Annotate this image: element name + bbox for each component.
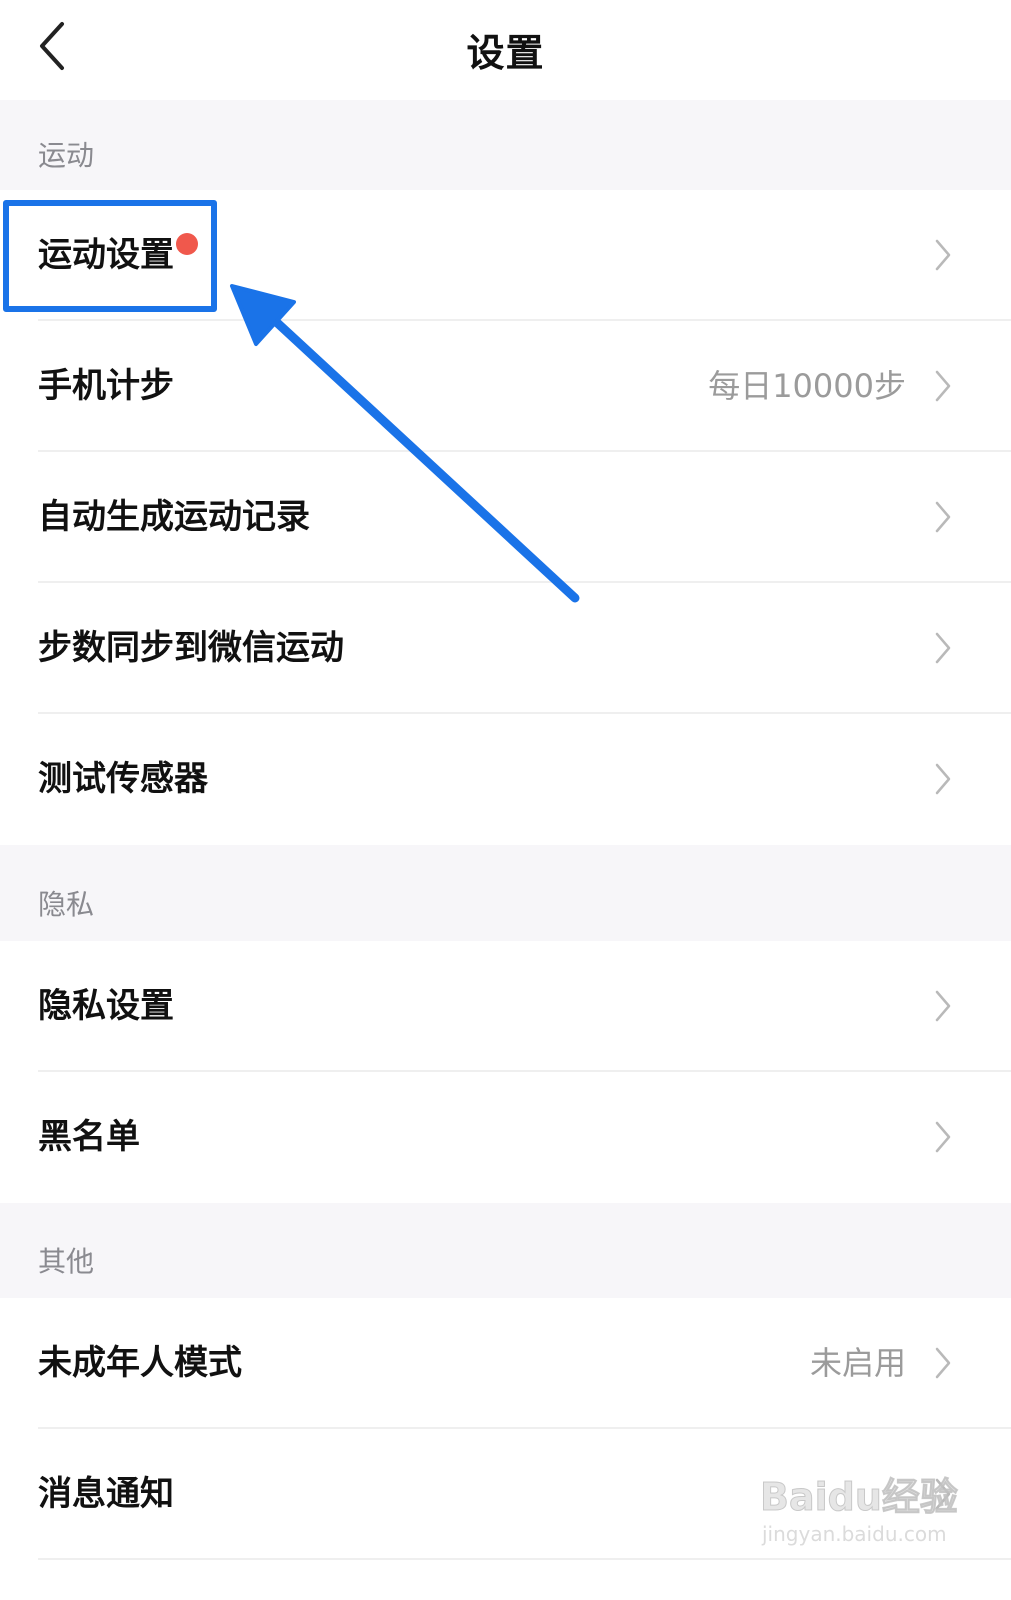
section-header-sport: 运动 — [0, 100, 1011, 190]
baidu-watermark: Baidu经验 jingyan.baidu.com — [760, 1460, 960, 1560]
chevron-right-icon — [935, 1121, 951, 1153]
nav-bar: 设置 — [0, 0, 1011, 100]
chevron-right-icon — [935, 239, 951, 271]
section-title: 其他 — [38, 1245, 95, 1278]
row-label: 测试传感器 — [38, 759, 208, 799]
section-title: 运动 — [38, 139, 95, 172]
chevron-right-icon — [935, 632, 951, 664]
row-label: 隐私设置 — [38, 986, 174, 1026]
row-test-sensor[interactable]: 测试传感器 — [0, 714, 1011, 845]
row-privacy-settings[interactable]: 隐私设置 — [0, 941, 1011, 1072]
row-label: 自动生成运动记录 — [38, 497, 310, 537]
row-label: 消息通知 — [38, 1474, 174, 1514]
row-label: 未成年人模式 — [38, 1343, 242, 1383]
chevron-right-icon — [935, 990, 951, 1022]
row-minor-mode[interactable]: 未成年人模式 未启用 — [0, 1298, 1011, 1429]
row-label: 手机计步 — [38, 366, 174, 406]
row-value: 每日10000步 — [708, 367, 906, 405]
annotation-highlight-box — [3, 200, 217, 312]
chevron-right-icon — [935, 501, 951, 533]
row-label: 步数同步到微信运动 — [38, 628, 344, 668]
page-title: 设置 — [466, 31, 545, 75]
row-value: 未启用 — [809, 1344, 906, 1382]
watermark-logo: Baidu经验 — [760, 1475, 959, 1520]
section-header-other: 其他 — [0, 1203, 1011, 1298]
row-label: 黑名单 — [38, 1117, 140, 1157]
row-auto-record[interactable]: 自动生成运动记录 — [0, 452, 1011, 583]
row-phone-step-count[interactable]: 手机计步 每日10000步 — [0, 321, 1011, 452]
row-wechat-sync[interactable]: 步数同步到微信运动 — [0, 583, 1011, 714]
chevron-right-icon — [935, 763, 951, 795]
chevron-right-icon — [935, 370, 951, 402]
section-header-privacy: 隐私 — [0, 845, 1011, 941]
watermark-url: jingyan.baidu.com — [762, 1522, 947, 1546]
row-blacklist[interactable]: 黑名单 — [0, 1072, 1011, 1203]
chevron-right-icon — [935, 1347, 951, 1379]
section-title: 隐私 — [38, 888, 95, 921]
